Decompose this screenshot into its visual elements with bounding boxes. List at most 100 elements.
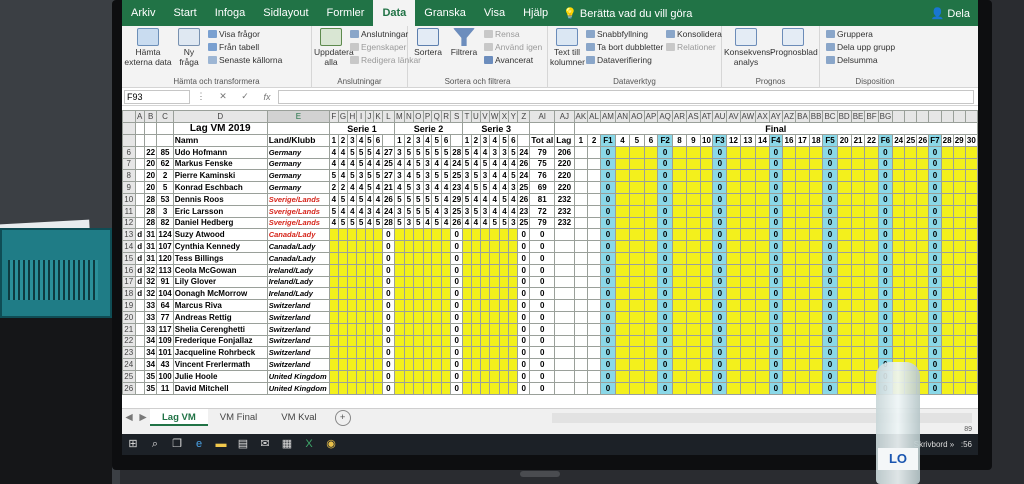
zoom-level[interactable]: 89 (964, 426, 972, 433)
final-score-cell[interactable] (739, 310, 757, 324)
final-score-cell[interactable] (686, 192, 701, 206)
filter-button[interactable]: Filtrera (448, 28, 480, 57)
column-header[interactable] (940, 110, 954, 123)
final-score-cell[interactable] (587, 169, 601, 183)
final-lap-header[interactable]: F1 (599, 134, 616, 147)
score-cell[interactable] (441, 263, 452, 277)
column-header[interactable]: AN (614, 110, 631, 123)
team-number-cell[interactable]: 31 (143, 240, 158, 253)
final-score-cell[interactable] (952, 369, 966, 383)
final-score-cell[interactable] (795, 145, 810, 159)
final-score-cell[interactable] (952, 216, 966, 230)
hole-number[interactable]: 6 (373, 134, 383, 147)
final-score-cell[interactable] (964, 216, 978, 230)
hole-number[interactable]: 3 (347, 134, 358, 147)
final-score-cell[interactable]: 0 (822, 204, 838, 218)
final-score-cell[interactable]: 0 (768, 310, 783, 324)
final-score-cell[interactable]: 0 (928, 251, 942, 265)
final-score-cell[interactable] (671, 358, 688, 371)
final-score-cell[interactable] (952, 192, 966, 206)
serie-total-cell[interactable]: 0 (450, 369, 464, 383)
final-score-cell[interactable] (587, 299, 601, 312)
score-cell[interactable] (508, 322, 519, 336)
score-cell[interactable] (422, 251, 433, 265)
final-score-cell[interactable] (739, 145, 757, 159)
final-score-cell[interactable]: 0 (768, 192, 783, 206)
final-score-cell[interactable]: 0 (768, 334, 783, 348)
final-score-cell[interactable] (739, 192, 757, 206)
score-cell[interactable]: 2 (329, 181, 339, 194)
final-score-cell[interactable]: 0 (657, 299, 673, 312)
final-score-cell[interactable]: 0 (768, 275, 783, 289)
score-cell[interactable] (337, 275, 349, 289)
text-to-columns-button[interactable]: Text till kolumner (550, 28, 585, 67)
final-score-cell[interactable]: 0 (928, 369, 942, 383)
final-score-cell[interactable] (614, 181, 631, 194)
score-cell[interactable]: 4 (356, 181, 366, 194)
score-cell[interactable] (356, 287, 366, 301)
total-cell[interactable]: 0 (529, 275, 556, 289)
share-button[interactable]: 👤 Dela (931, 7, 978, 20)
score-cell[interactable] (403, 251, 414, 265)
final-score-cell[interactable] (781, 192, 797, 206)
final-score-cell[interactable] (671, 216, 688, 230)
score-cell[interactable] (412, 287, 424, 301)
final-score-cell[interactable]: 0 (657, 157, 673, 171)
final-score-cell[interactable]: 0 (599, 346, 616, 360)
final-score-cell[interactable] (755, 299, 770, 312)
serie-total-cell[interactable]: 0 (450, 381, 464, 395)
final-score-cell[interactable] (614, 275, 631, 289)
score-cell[interactable] (479, 287, 490, 301)
score-cell[interactable] (364, 299, 375, 312)
score-cell[interactable]: 4 (470, 216, 481, 230)
score-cell[interactable] (499, 358, 510, 371)
score-cell[interactable] (373, 251, 383, 265)
column-header[interactable]: BE (850, 110, 866, 123)
column-header[interactable]: AZ (781, 110, 797, 123)
windows-start-icon[interactable]: ⊞ (122, 434, 144, 455)
final-score-cell[interactable] (614, 263, 631, 277)
lag-cell[interactable] (554, 358, 575, 371)
score-cell[interactable] (403, 358, 414, 371)
final-score-cell[interactable] (699, 275, 714, 289)
score-cell[interactable] (347, 228, 358, 242)
final-score-cell[interactable] (671, 192, 688, 206)
total-cell[interactable]: 0 (529, 334, 556, 348)
final-score-cell[interactable] (614, 369, 631, 383)
country-cell[interactable]: Switzerland (266, 310, 331, 324)
final-score-cell[interactable] (916, 204, 930, 218)
final-score-cell[interactable] (836, 263, 852, 277)
score-cell[interactable] (431, 358, 442, 371)
score-cell[interactable] (422, 310, 433, 324)
score-cell[interactable]: 5 (347, 169, 358, 183)
reapply-button[interactable]: Använd igen (484, 41, 542, 53)
score-cell[interactable] (431, 275, 442, 289)
score-cell[interactable] (329, 310, 339, 324)
final-score-cell[interactable] (940, 251, 954, 265)
final-score-cell[interactable]: 0 (877, 251, 894, 265)
score-cell[interactable] (479, 381, 490, 395)
final-score-cell[interactable] (904, 157, 918, 171)
serie-total-cell[interactable]: 0 (517, 369, 531, 383)
country-cell[interactable]: Canada/Lady (266, 251, 331, 265)
score-cell[interactable]: 4 (479, 145, 490, 159)
final-score-cell[interactable] (755, 263, 770, 277)
hole-number[interactable]: 4 (356, 134, 366, 147)
final-score-cell[interactable] (850, 334, 866, 348)
hole-number[interactable]: 1 (462, 134, 472, 147)
final-score-cell[interactable] (739, 216, 757, 230)
team-number-cell[interactable]: 33 (143, 299, 158, 312)
serie-total-cell[interactable]: 0 (517, 275, 531, 289)
score-cell[interactable]: 5 (403, 192, 414, 206)
final-score-cell[interactable] (686, 275, 701, 289)
column-header[interactable]: P (422, 110, 433, 123)
total-cell[interactable]: 72 (529, 204, 556, 218)
final-score-cell[interactable] (940, 381, 954, 395)
column-header[interactable]: C (156, 110, 174, 123)
final-score-cell[interactable] (699, 310, 714, 324)
final-score-cell[interactable] (952, 145, 966, 159)
score-cell[interactable] (403, 322, 414, 336)
final-score-cell[interactable] (671, 181, 688, 194)
player-name-cell[interactable]: Dennis Roos (172, 192, 268, 206)
lag-cell[interactable] (554, 251, 575, 265)
